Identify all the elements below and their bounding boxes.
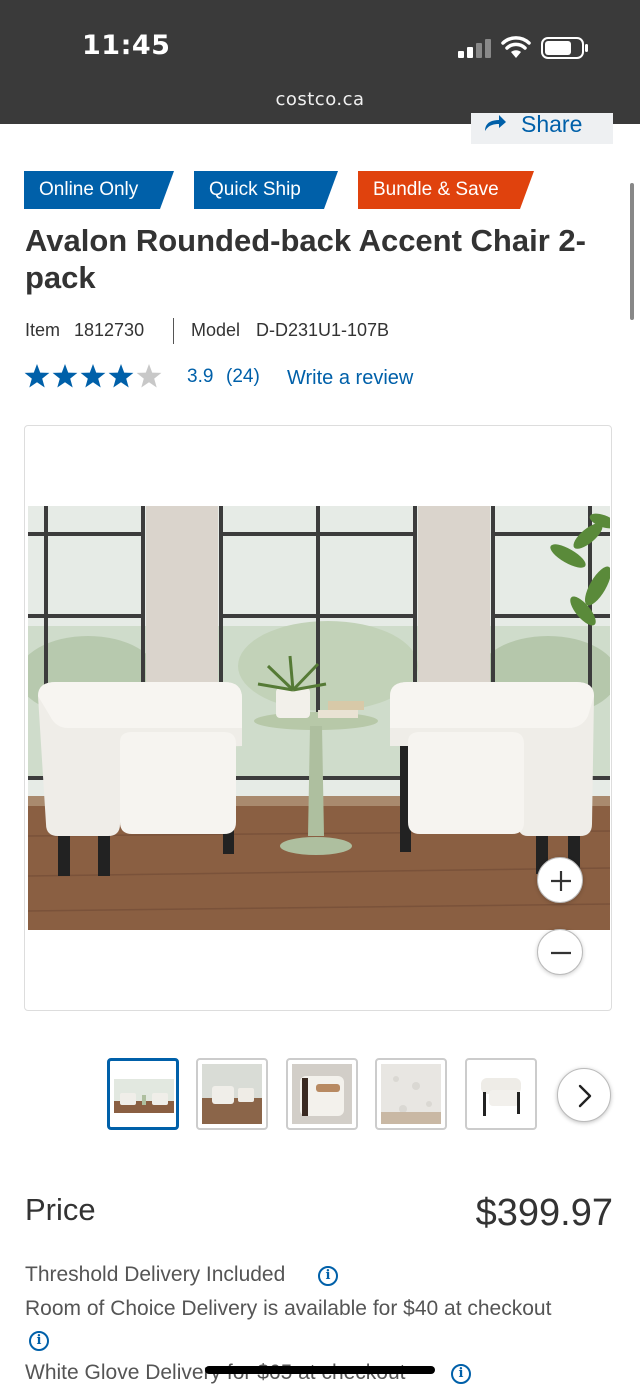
thumbnail-image [381,1064,441,1124]
thumbnail-1[interactable] [107,1058,179,1130]
thumbnail-image [292,1064,352,1124]
thumbnail-5[interactable] [465,1058,537,1130]
thumbnail-image [471,1064,531,1124]
chevron-right-icon [578,1084,592,1108]
scrollbar[interactable] [630,183,634,320]
battery-icon [541,37,588,59]
product-title: Avalon Rounded-back Accent Chair 2-pack [25,223,586,295]
plus-icon [551,871,571,891]
minus-icon [551,951,571,955]
model-label: Model [191,320,241,340]
delivery-threshold: Threshold Delivery Included [25,1263,286,1286]
info-icon[interactable]: i [451,1364,471,1384]
thumbnail-image [114,1079,174,1113]
zoom-in-button[interactable] [537,857,583,903]
badge-bundle-save: Bundle & Save [358,171,534,209]
status-time: 11:45 [82,30,171,61]
home-indicator[interactable] [205,1366,435,1374]
meta-divider [173,318,174,344]
thumbnail-image [202,1064,262,1124]
badge-online-only: Online Only [24,171,174,209]
price-label: Price [25,1192,96,1227]
write-review-link[interactable]: Write a review [287,367,413,390]
thumbnail-4[interactable] [375,1058,447,1130]
share-label: Share [521,113,583,137]
thumbnails-next-button[interactable] [557,1068,611,1122]
price-value: $399.97 [475,1192,613,1234]
star-rating-icon[interactable] [24,362,162,390]
share-button[interactable]: Share [471,113,613,144]
product-photo[interactable] [28,506,610,930]
rating-value[interactable]: 3.9 [187,366,213,388]
info-icon[interactable]: i [29,1331,49,1351]
info-icon[interactable]: i [318,1266,338,1286]
model-number: D-D231U1-107B [256,320,390,340]
item-number: 1812730 [74,320,145,340]
cellular-signal-icon [458,39,491,58]
browser-url[interactable]: costco.ca [0,89,640,110]
share-arrow-icon [485,115,506,131]
delivery-room-of-choice: Room of Choice Delivery is available for… [25,1297,552,1320]
wifi-icon [501,36,531,58]
review-count[interactable]: (24) [226,366,260,388]
thumbnail-2[interactable] [196,1058,268,1130]
item-label: Item [25,320,61,340]
thumbnail-3[interactable] [286,1058,358,1130]
zoom-out-button[interactable] [537,929,583,975]
status-bar: 11:45 costco.ca [0,0,640,124]
badge-quick-ship: Quick Ship [194,171,338,209]
